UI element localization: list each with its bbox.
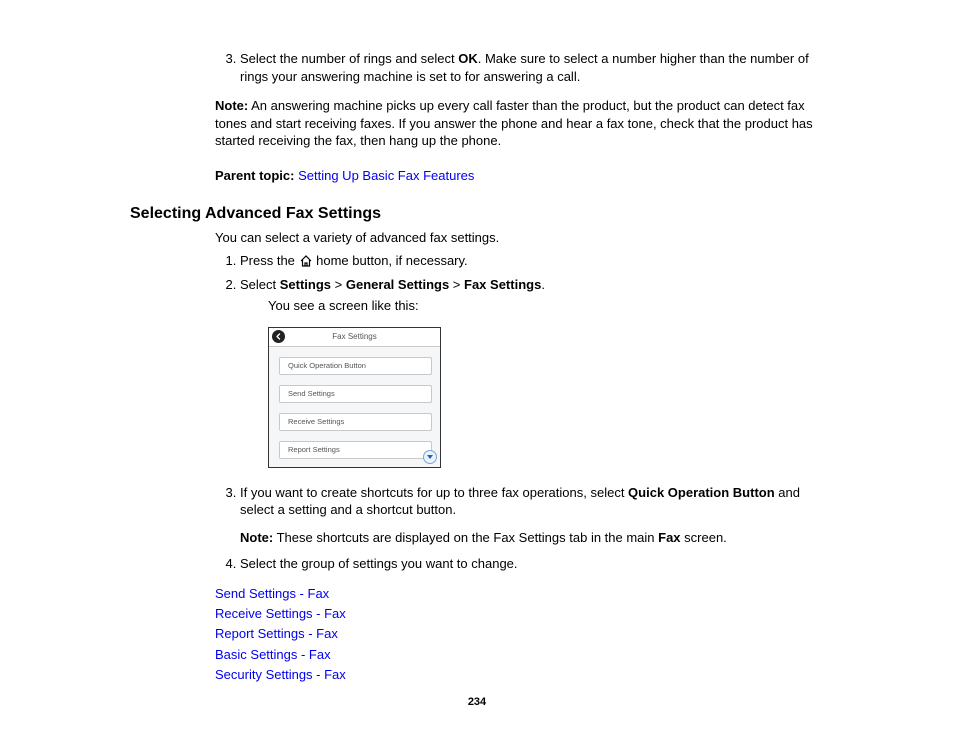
link-send-settings[interactable]: Send Settings - Fax bbox=[215, 586, 329, 601]
section-heading: Selecting Advanced Fax Settings bbox=[130, 205, 834, 223]
steps-list: Press the home button, if necessary. Sel… bbox=[130, 252, 834, 315]
note-label: Note: bbox=[215, 98, 248, 113]
text-fragment: . bbox=[541, 277, 545, 292]
step-1: Press the home button, if necessary. bbox=[240, 252, 834, 272]
sub-links-block: Send Settings - Fax Receive Settings - F… bbox=[215, 584, 834, 685]
text-fragment: home button, if necessary. bbox=[313, 253, 468, 268]
text-fragment: screen. bbox=[681, 530, 727, 545]
path-settings: Settings bbox=[280, 277, 331, 292]
screenshot-row: Quick Operation Button bbox=[279, 357, 432, 375]
quick-operation-button-label: Quick Operation Button bbox=[628, 485, 775, 500]
fax-bold: Fax bbox=[658, 530, 680, 545]
back-icon bbox=[272, 330, 285, 343]
note-label: Note: bbox=[240, 530, 273, 545]
screenshot-row: Send Settings bbox=[279, 385, 432, 403]
ok-label: OK bbox=[458, 51, 478, 66]
note-answering-machine: Note: An answering machine picks up ever… bbox=[215, 97, 834, 150]
path-fax-settings: Fax Settings bbox=[464, 277, 541, 292]
text-fragment: If you want to create shortcuts for up t… bbox=[240, 485, 628, 500]
text-fragment: Press the bbox=[240, 253, 299, 268]
parent-topic-row: Parent topic: Setting Up Basic Fax Featu… bbox=[215, 168, 834, 183]
separator: > bbox=[331, 277, 346, 292]
page-number: 234 bbox=[0, 696, 954, 708]
home-icon bbox=[299, 254, 313, 272]
separator: > bbox=[449, 277, 464, 292]
step-3: If you want to create shortcuts for up t… bbox=[240, 484, 834, 547]
note-body: An answering machine picks up every call… bbox=[215, 98, 813, 148]
parent-topic-label: Parent topic: bbox=[215, 168, 294, 183]
screenshot-list: Quick Operation Button Send Settings Rec… bbox=[269, 347, 440, 467]
step-4: Select the group of settings you want to… bbox=[240, 555, 834, 573]
link-basic-settings[interactable]: Basic Settings - Fax bbox=[215, 647, 331, 662]
link-security-settings[interactable]: Security Settings - Fax bbox=[215, 667, 346, 682]
screenshot-row: Report Settings bbox=[279, 441, 432, 459]
fax-settings-screenshot: Fax Settings Quick Operation Button Send… bbox=[268, 327, 441, 468]
document-page: Select the number of rings and select OK… bbox=[0, 0, 954, 738]
section-intro: You can select a variety of advanced fax… bbox=[215, 229, 834, 247]
text-fragment: These shortcuts are displayed on the Fax… bbox=[273, 530, 658, 545]
top-ordered-list: Select the number of rings and select OK… bbox=[130, 50, 834, 85]
screenshot-row: Receive Settings bbox=[279, 413, 432, 431]
link-receive-settings[interactable]: Receive Settings - Fax bbox=[215, 606, 346, 621]
step-2: Select Settings > General Settings > Fax… bbox=[240, 276, 834, 315]
text-fragment: Select the number of rings and select bbox=[240, 51, 458, 66]
scroll-down-icon bbox=[423, 450, 437, 464]
parent-topic-link[interactable]: Setting Up Basic Fax Features bbox=[298, 168, 474, 183]
step-3-note: Note: These shortcuts are displayed on t… bbox=[240, 529, 834, 547]
steps-list-continued: If you want to create shortcuts for up t… bbox=[130, 484, 834, 572]
path-general-settings: General Settings bbox=[346, 277, 449, 292]
text-fragment: Select bbox=[240, 277, 280, 292]
step-3-rings: Select the number of rings and select OK… bbox=[240, 50, 834, 85]
screenshot-title: Fax Settings bbox=[332, 332, 376, 341]
screenshot-header: Fax Settings bbox=[269, 328, 440, 347]
link-report-settings[interactable]: Report Settings - Fax bbox=[215, 626, 338, 641]
step-2-substep: You see a screen like this: bbox=[268, 297, 834, 315]
